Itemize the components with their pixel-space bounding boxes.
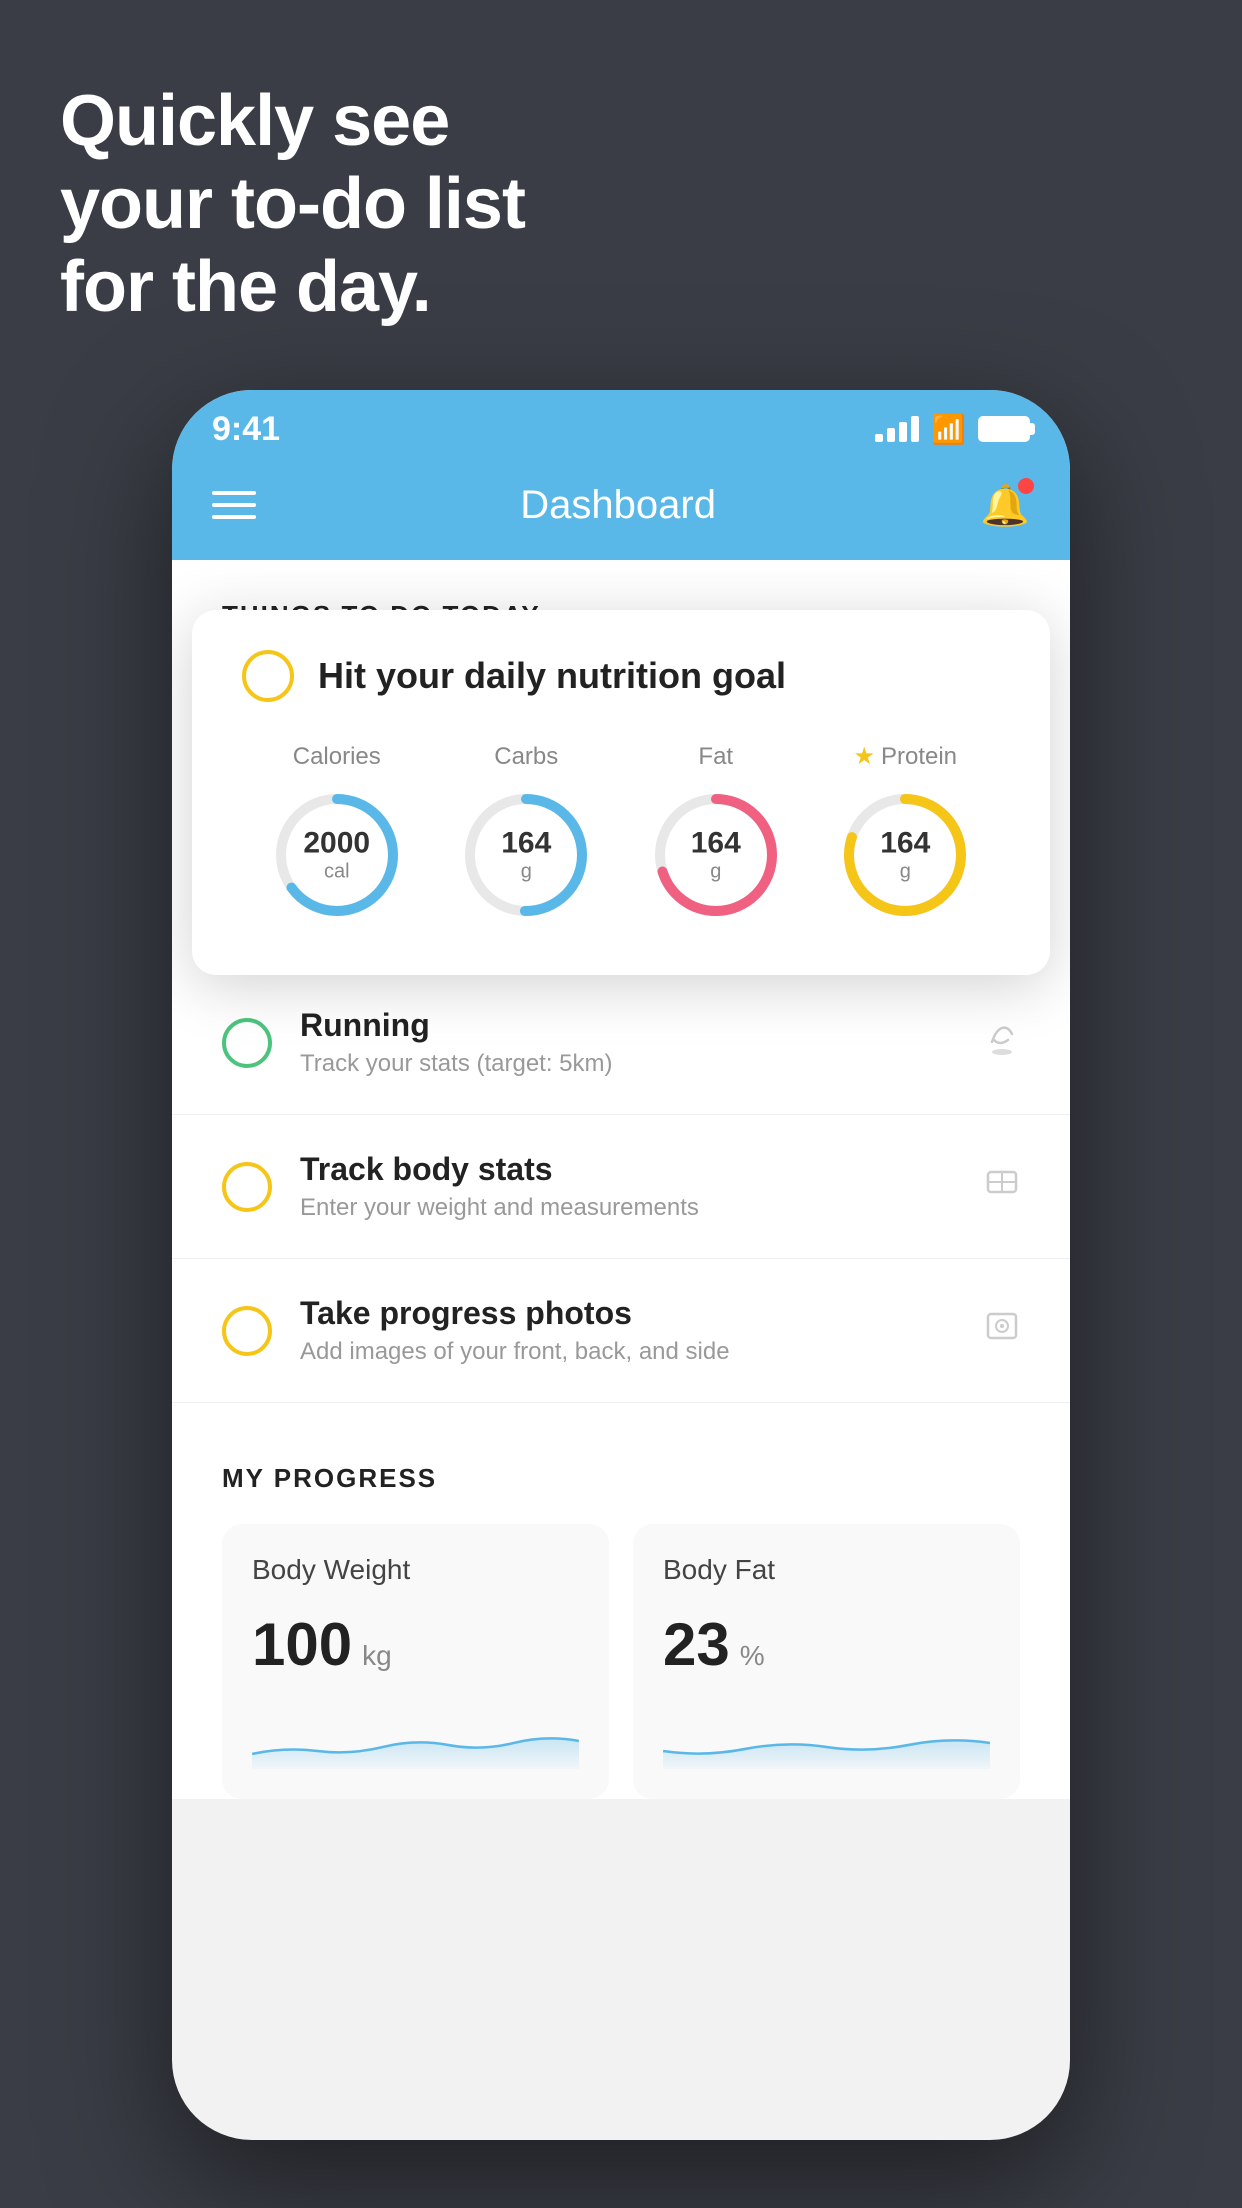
nutrition-protein: ★ Protein 164 g xyxy=(835,742,975,925)
phone-frame: 9:41 📶 Dashboard 🔔 THINGS TO DO TODAY xyxy=(172,390,1070,2140)
protein-unit: g xyxy=(880,861,930,884)
protein-label: Protein xyxy=(881,743,957,771)
progress-section: MY PROGRESS Body Weight 100 kg xyxy=(172,1403,1070,1799)
body-weight-title: Body Weight xyxy=(252,1554,579,1586)
todo-list: Running Track your stats (target: 5km) T… xyxy=(172,971,1070,1403)
nutrition-card-title: Hit your daily nutrition goal xyxy=(318,655,786,697)
running-title: Running xyxy=(300,1007,956,1044)
fat-label: Fat xyxy=(698,743,733,771)
notification-dot xyxy=(1018,478,1034,494)
fat-ring: 164 g xyxy=(646,785,786,925)
wifi-icon: 📶 xyxy=(931,413,966,446)
body-fat-value: 23 xyxy=(663,1610,730,1679)
calories-ring: 2000 cal xyxy=(267,785,407,925)
nav-title: Dashboard xyxy=(520,483,716,528)
body-fat-chart xyxy=(663,1709,990,1769)
body-stats-icon xyxy=(984,1164,1020,1209)
progress-photos-subtitle: Add images of your front, back, and side xyxy=(300,1338,956,1366)
body-weight-card: Body Weight 100 kg xyxy=(222,1524,609,1799)
carbs-label: Carbs xyxy=(494,743,558,771)
nutrition-check-circle[interactable] xyxy=(242,650,294,702)
calories-label: Calories xyxy=(293,743,381,771)
body-stats-subtitle: Enter your weight and measurements xyxy=(300,1194,956,1222)
todo-item-progress-photos[interactable]: Take progress photos Add images of your … xyxy=(172,1259,1070,1403)
carbs-ring: 164 g xyxy=(456,785,596,925)
carbs-value: 164 xyxy=(501,826,551,860)
progress-header: MY PROGRESS xyxy=(222,1463,1020,1494)
body-stats-circle xyxy=(222,1162,272,1212)
nav-bar: Dashboard 🔔 xyxy=(172,460,1070,560)
running-icon xyxy=(984,1020,1020,1065)
progress-cards: Body Weight 100 kg xyxy=(222,1524,1020,1799)
body-fat-unit: % xyxy=(740,1640,765,1672)
status-icons: 📶 xyxy=(875,413,1030,446)
progress-photos-text: Take progress photos Add images of your … xyxy=(300,1295,956,1366)
progress-photos-title: Take progress photos xyxy=(300,1295,956,1332)
calories-value: 2000 xyxy=(303,826,370,860)
progress-photos-circle xyxy=(222,1306,272,1356)
body-fat-value-row: 23 % xyxy=(663,1610,990,1679)
carbs-unit: g xyxy=(501,860,551,883)
body-weight-value: 100 xyxy=(252,1610,352,1679)
fat-value: 164 xyxy=(691,826,741,860)
main-content: THINGS TO DO TODAY Hit your daily nutrit… xyxy=(172,560,1070,1799)
hero-line1: Quickly see xyxy=(60,80,525,163)
hero-line2: your to-do list xyxy=(60,163,525,246)
star-icon: ★ xyxy=(853,742,875,771)
signal-icon xyxy=(875,416,919,442)
fat-unit: g xyxy=(691,860,741,883)
nutrition-carbs: Carbs 164 g xyxy=(456,743,596,925)
body-stats-title: Track body stats xyxy=(300,1151,956,1188)
body-fat-title: Body Fat xyxy=(663,1554,990,1586)
nutrition-fat: Fat 164 g xyxy=(646,743,786,925)
body-weight-chart xyxy=(252,1709,579,1769)
todo-item-running[interactable]: Running Track your stats (target: 5km) xyxy=(172,971,1070,1115)
hamburger-menu[interactable] xyxy=(212,491,256,519)
running-text: Running Track your stats (target: 5km) xyxy=(300,1007,956,1078)
running-circle xyxy=(222,1018,272,1068)
status-bar: 9:41 📶 xyxy=(172,390,1070,460)
progress-photos-icon xyxy=(984,1308,1020,1353)
notification-bell-icon[interactable]: 🔔 xyxy=(980,482,1030,529)
status-time: 9:41 xyxy=(212,410,280,449)
body-stats-text: Track body stats Enter your weight and m… xyxy=(300,1151,956,1222)
protein-label-row: ★ Protein xyxy=(853,742,957,771)
nutrition-grid: Calories 2000 cal Carbs xyxy=(242,742,1000,925)
body-weight-unit: kg xyxy=(362,1640,392,1672)
body-fat-card: Body Fat 23 % xyxy=(633,1524,1020,1799)
hero-line3: for the day. xyxy=(60,246,525,329)
running-subtitle: Track your stats (target: 5km) xyxy=(300,1050,956,1078)
hero-text: Quickly see your to-do list for the day. xyxy=(60,80,525,328)
todo-item-body-stats[interactable]: Track body stats Enter your weight and m… xyxy=(172,1115,1070,1259)
battery-icon xyxy=(978,416,1030,442)
card-header: Hit your daily nutrition goal xyxy=(242,650,1000,702)
calories-unit: cal xyxy=(303,860,370,883)
protein-ring: 164 g xyxy=(835,785,975,925)
nutrition-card: Hit your daily nutrition goal Calories 2… xyxy=(192,610,1050,975)
body-weight-value-row: 100 kg xyxy=(252,1610,579,1679)
nutrition-calories: Calories 2000 cal xyxy=(267,743,407,925)
protein-value: 164 xyxy=(880,827,930,861)
